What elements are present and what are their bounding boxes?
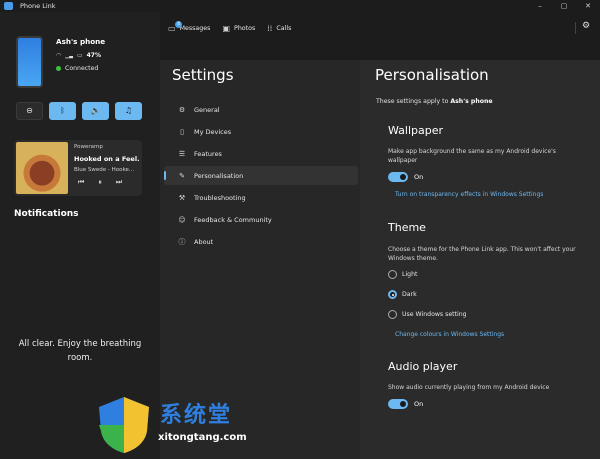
- previous-track-icon[interactable]: ⏮: [78, 178, 84, 187]
- tab-photos[interactable]: ▣ Photos: [222, 24, 255, 33]
- bluetooth-icon: ᛒ: [60, 106, 65, 115]
- wallpaper-heading: Wallpaper: [388, 124, 444, 137]
- nav-general-label: General: [194, 105, 220, 114]
- left-pane: Ash's phone ◠ ▁▃ ▭ 47% Connected ⊖ ᛒ 🔈 ♫…: [0, 12, 160, 459]
- feedback-icon: ☺: [178, 215, 186, 224]
- connection-status: Connected: [56, 65, 98, 72]
- media-track-title: Hooked on a Feel...: [74, 155, 140, 163]
- tab-calls[interactable]: ⁞⁞ Calls: [267, 24, 291, 33]
- pause-icon[interactable]: ⏸: [98, 178, 102, 187]
- calls-icon: ⁞⁞: [267, 23, 273, 33]
- nav-features[interactable]: ☰ Features: [164, 144, 358, 163]
- theme-dark-radio[interactable]: [388, 290, 397, 299]
- nav-my-devices-label: My Devices: [194, 127, 232, 136]
- audio-player-description: Show audio currently playing from my And…: [388, 384, 550, 391]
- settings-gear-icon[interactable]: ⚙: [582, 21, 590, 31]
- top-tabs: ▭ 4 Messages ▣ Photos ⁞⁞ Calls: [168, 19, 291, 37]
- battery-icon: ▭: [76, 52, 83, 59]
- maximize-button[interactable]: ▢: [552, 0, 576, 12]
- notifications-heading: Notifications: [14, 209, 79, 219]
- info-icon: ⓘ: [178, 237, 186, 246]
- nav-personalisation[interactable]: ✎ Personalisation: [164, 166, 358, 185]
- theme-windows-label: Use Windows setting: [402, 311, 467, 318]
- audio-player-heading: Audio player: [388, 360, 458, 373]
- tab-calls-label: Calls: [276, 24, 292, 32]
- pen-icon: ✎: [179, 171, 185, 180]
- applies-to-text: These settings apply to Ash's phone: [376, 98, 493, 105]
- audio-player-toggle[interactable]: [388, 399, 408, 409]
- theme-description: Choose a theme for the Phone Link app. T…: [388, 246, 576, 262]
- tab-photos-label: Photos: [234, 24, 256, 32]
- watermark-brand: 系统堂: [160, 403, 233, 428]
- theme-windows-radio[interactable]: [388, 310, 397, 319]
- tabs-divider: [575, 22, 576, 34]
- notifications-empty-message: All clear. Enjoy the breathing room.: [18, 339, 142, 363]
- features-icon: ☰: [178, 149, 186, 158]
- watermark-url: xitongtang.com: [158, 432, 247, 443]
- phone-stats: ◠ ▁▃ ▭ 47%: [56, 52, 101, 59]
- nav-feedback[interactable]: ☺ Feedback & Community: [164, 210, 358, 229]
- wifi-icon: ◠: [56, 52, 62, 59]
- nav-general[interactable]: ⚙ General: [164, 100, 358, 119]
- audio-player-toggle-label: On: [414, 400, 424, 408]
- page-title: Personalisation: [375, 66, 489, 84]
- tab-messages-label: Messages: [179, 24, 211, 32]
- nav-about[interactable]: ⓘ About: [164, 232, 358, 251]
- wallpaper-description: Make app background the same as my Andro…: [388, 148, 556, 164]
- music-icon: ♫: [124, 106, 133, 115]
- media-app-name: Poweramp: [74, 144, 103, 150]
- signal-icon: ▁▃: [65, 52, 73, 59]
- media-artist: Blue Swede - Hooke...: [74, 167, 135, 173]
- do-not-disturb-button[interactable]: ⊖: [16, 102, 43, 120]
- applies-prefix: These settings apply to: [376, 98, 449, 105]
- theme-heading: Theme: [388, 221, 426, 234]
- volume-button[interactable]: 🔈: [82, 102, 109, 120]
- phone-link-logo-icon: [4, 2, 13, 10]
- wrench-icon: ⚒: [178, 193, 186, 202]
- nav-my-devices[interactable]: ▯ My Devices: [164, 122, 358, 141]
- personalisation-content: Personalisation These settings apply to …: [360, 60, 600, 459]
- media-controls: ⏮ ⏸ ⏭: [78, 178, 122, 187]
- bluetooth-button[interactable]: ᛒ: [49, 102, 76, 120]
- gear-icon: ⚙: [178, 105, 186, 114]
- phone-icon: ▯: [180, 127, 184, 136]
- connected-dot-icon: [56, 66, 61, 71]
- photos-icon: ▣: [222, 23, 231, 33]
- wallpaper-toggle-label: On: [414, 173, 424, 181]
- applies-device: Ash's phone: [450, 98, 493, 105]
- nav-about-label: About: [194, 237, 214, 246]
- tab-messages[interactable]: ▭ 4 Messages: [168, 20, 211, 33]
- app-title: Phone Link: [20, 2, 56, 10]
- settings-title: Settings: [172, 66, 234, 84]
- messages-badge: 4: [175, 20, 182, 28]
- theme-light-label: Light: [402, 271, 418, 278]
- phone-image[interactable]: [16, 36, 43, 88]
- wallpaper-toggle[interactable]: [388, 172, 408, 182]
- close-button[interactable]: ✕: [576, 0, 600, 12]
- media-player: Poweramp Hooked on a Feel... Blue Swede …: [14, 140, 142, 196]
- title-bar: Phone Link – ▢ ✕: [0, 0, 600, 12]
- next-track-icon[interactable]: ⏭: [116, 178, 122, 187]
- audio-player-button[interactable]: ♫: [115, 102, 142, 120]
- phone-name: Ash's phone: [56, 37, 106, 46]
- do-not-disturb-icon: ⊖: [26, 106, 33, 115]
- speaker-icon: 🔈: [90, 106, 101, 115]
- nav-features-label: Features: [194, 149, 222, 158]
- nav-troubleshooting-label: Troubleshooting: [194, 193, 246, 202]
- battery-level: 47%: [86, 52, 101, 59]
- connection-label: Connected: [65, 65, 99, 72]
- minimize-button[interactable]: –: [528, 0, 552, 12]
- transparency-settings-link[interactable]: Turn on transparency effects in Windows …: [395, 191, 543, 198]
- change-colours-link[interactable]: Change colours in Windows Settings: [395, 331, 504, 338]
- nav-personalisation-label: Personalisation: [194, 171, 244, 180]
- theme-light-radio[interactable]: [388, 270, 397, 279]
- messages-icon: ▭ 4: [168, 20, 182, 33]
- watermark-shield-icon: [99, 397, 149, 453]
- album-art: [16, 142, 68, 194]
- theme-dark-label: Dark: [402, 291, 417, 298]
- nav-troubleshooting[interactable]: ⚒ Troubleshooting: [164, 188, 358, 207]
- nav-feedback-label: Feedback & Community: [194, 215, 272, 224]
